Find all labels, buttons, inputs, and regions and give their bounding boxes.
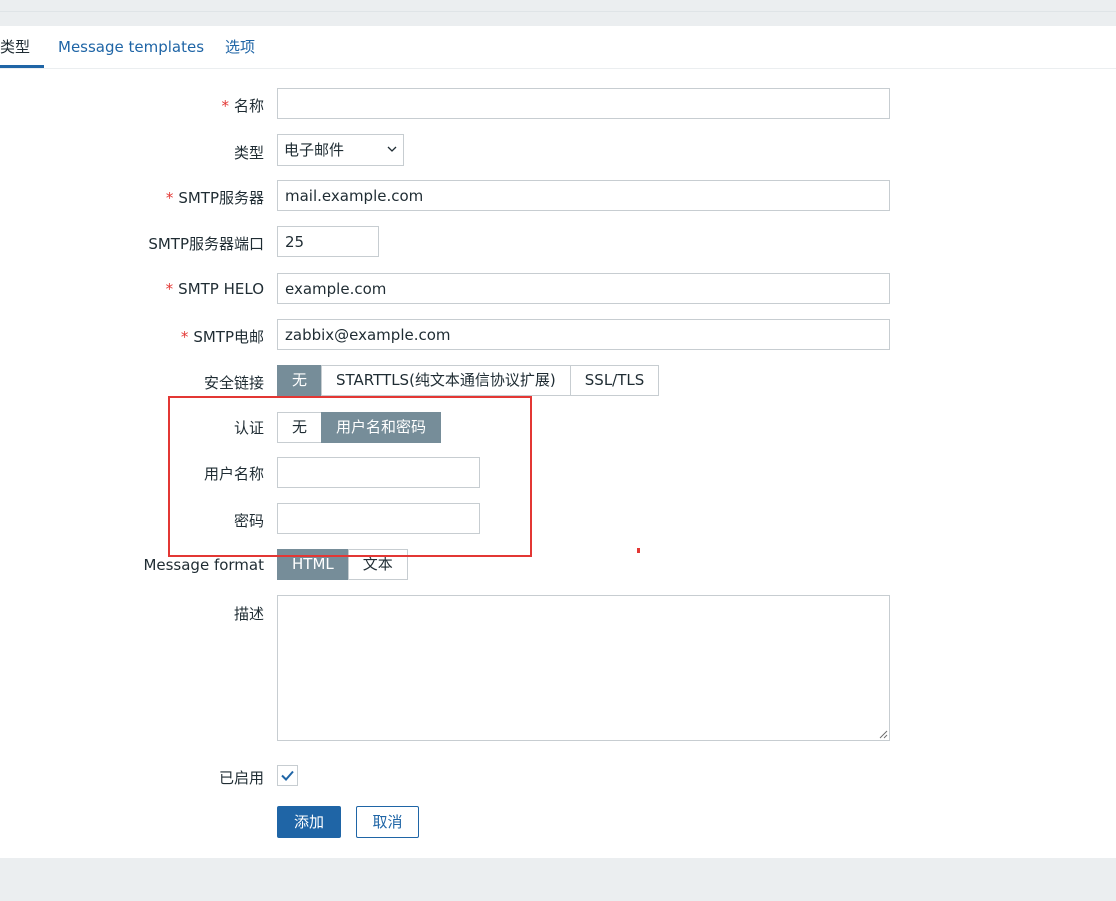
security-segmented-control: 无 STARTTLS(纯文本通信协议扩展) SSL/TLS (277, 365, 660, 396)
auth-option-username-password[interactable]: 用户名和密码 (321, 412, 442, 443)
tab-media-type-label: 类型 (0, 38, 31, 56)
add-button[interactable]: 添加 (277, 806, 341, 838)
required-marker: * (165, 189, 174, 207)
description-label: 描述 (233, 605, 264, 623)
tab-media-type[interactable]: 类型 (0, 26, 44, 68)
name-label-text: 名称 (233, 97, 264, 115)
username-label: 用户名称 (203, 465, 264, 483)
media-type-form-panel: 类型 Message templates 选项 * 名称 类型 电子邮件 * SMT… (0, 26, 1116, 858)
smtp-email-label: * SMTP电邮 (181, 326, 264, 347)
smtp-email-input[interactable] (277, 319, 890, 350)
enabled-label: 已启用 (218, 769, 264, 787)
tab-bar: 类型 Message templates 选项 (0, 26, 1116, 69)
tab-message-templates-label: Message templates (58, 38, 205, 56)
type-select-value: 电子邮件 (284, 141, 345, 159)
tab-options[interactable]: 选项 (225, 26, 255, 66)
chevron-down-icon (387, 146, 397, 152)
checkmark-icon (281, 770, 294, 781)
security-option-ssl-tls[interactable]: SSL/TLS (569, 365, 660, 396)
name-input[interactable] (277, 88, 890, 119)
annotation-mark (637, 548, 640, 553)
name-label: * 名称 (221, 95, 264, 116)
tab-options-label: 选项 (225, 38, 256, 56)
required-marker: * (221, 97, 229, 115)
type-label: 类型 (233, 144, 264, 162)
tab-message-templates[interactable]: Message templates (58, 26, 204, 66)
auth-option-none[interactable]: 无 (277, 412, 323, 443)
username-input[interactable] (277, 457, 480, 488)
smtp-server-label-text: SMTP服务器 (178, 189, 264, 207)
type-select[interactable]: 电子邮件 (277, 134, 404, 166)
password-label: 密码 (233, 512, 264, 530)
message-format-option-html[interactable]: HTML (277, 549, 349, 580)
cancel-button[interactable]: 取消 (356, 806, 419, 838)
smtp-server-label: * SMTP服务器 (166, 187, 264, 208)
security-option-starttls[interactable]: STARTTLS(纯文本通信协议扩展) (321, 365, 571, 396)
required-marker: * (165, 280, 174, 298)
smtp-helo-label-text: SMTP HELO (178, 280, 264, 298)
auth-segmented-control: 无 用户名和密码 (277, 412, 442, 443)
message-format-segmented-control: HTML 文本 (277, 549, 408, 580)
auth-label: 认证 (233, 419, 264, 437)
smtp-server-input[interactable] (277, 180, 890, 211)
smtp-port-input[interactable] (277, 226, 379, 257)
smtp-helo-label: * SMTP HELO (166, 280, 264, 298)
smtp-email-label-text: SMTP电邮 (193, 328, 264, 346)
top-divider (0, 11, 1116, 12)
security-option-none[interactable]: 无 (277, 365, 323, 396)
resize-grip-icon[interactable] (878, 729, 888, 739)
message-format-option-text[interactable]: 文本 (347, 549, 408, 580)
message-format-label: Message format (143, 556, 264, 574)
smtp-helo-input[interactable] (277, 273, 890, 304)
required-marker: * (180, 328, 189, 346)
enabled-checkbox[interactable] (277, 765, 298, 786)
description-textarea[interactable] (277, 595, 890, 741)
smtp-port-label: SMTP服务器端口 (148, 235, 264, 253)
password-input[interactable] (277, 503, 480, 534)
security-label: 安全链接 (203, 374, 264, 392)
